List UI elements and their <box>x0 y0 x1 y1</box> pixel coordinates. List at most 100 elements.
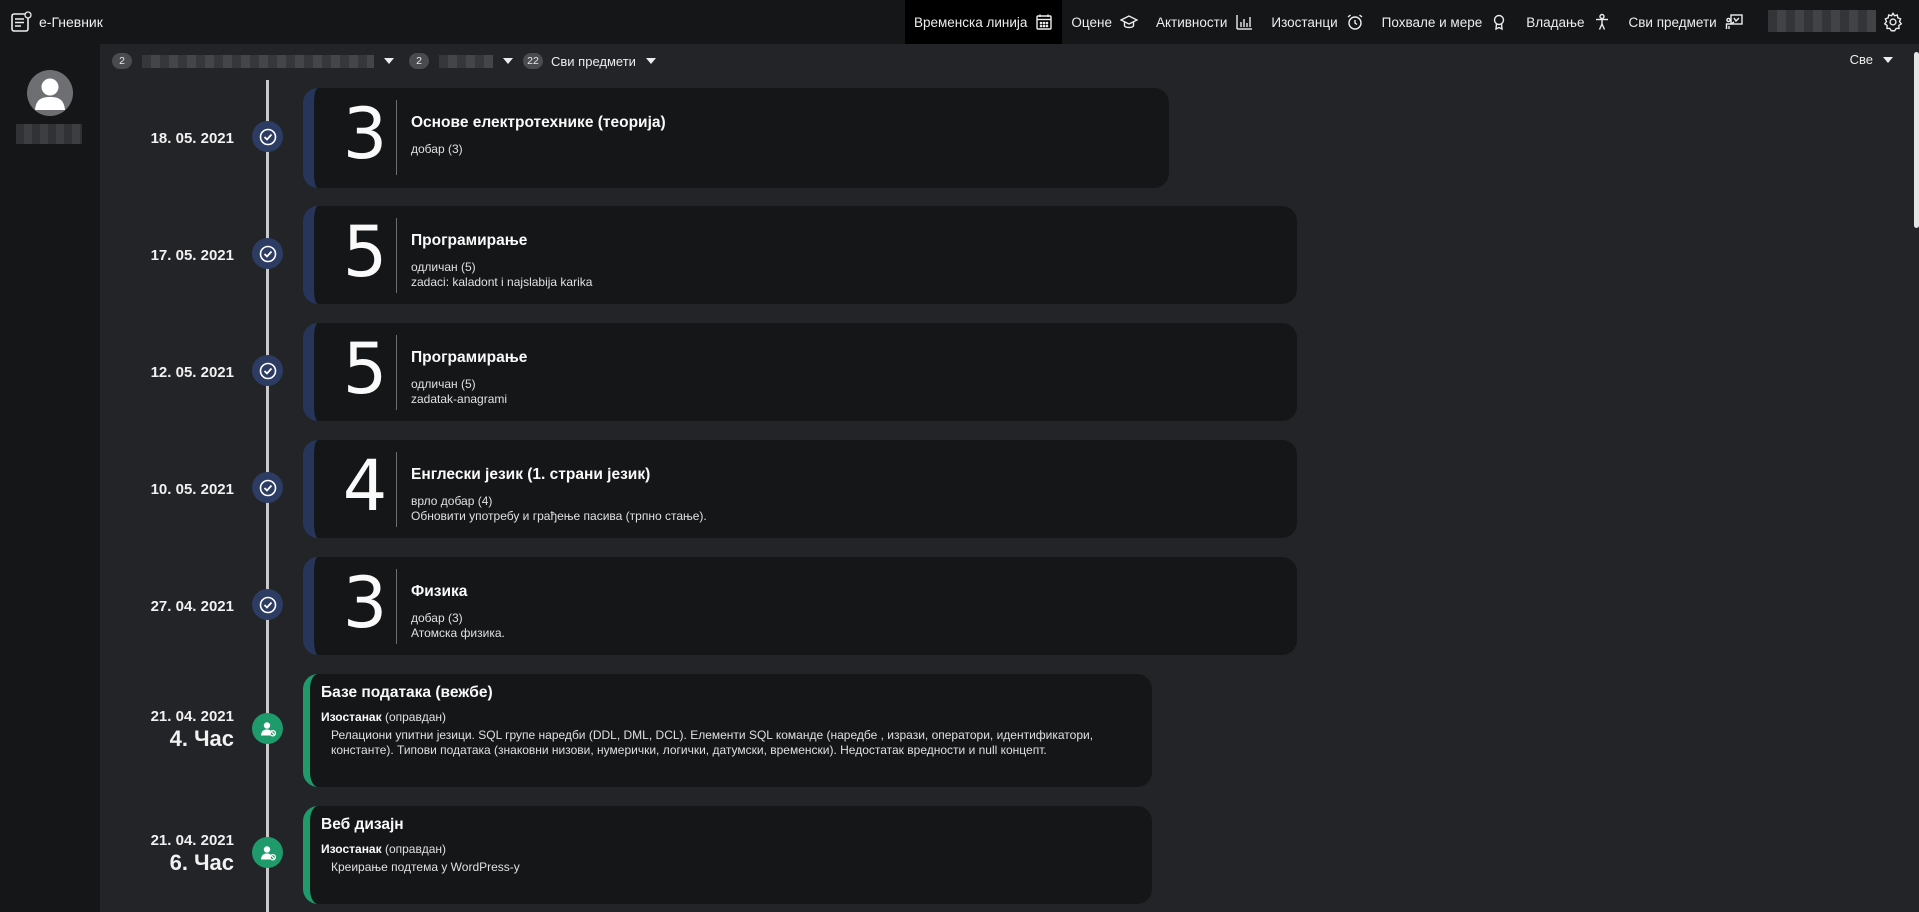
teacher-board-icon <box>1725 14 1743 29</box>
subjects-count-badge: 22 <box>523 53 543 69</box>
entry-date: 10. 05. 2021 <box>150 481 234 498</box>
grade-note: Обновити употребу и грађење пасива (трпн… <box>411 509 707 523</box>
absence-type-label: Изостанак <box>321 842 382 856</box>
settings-button[interactable] <box>1882 11 1904 33</box>
nav-praises[interactable]: Похвале и мере <box>1373 0 1518 44</box>
app-title: е-Гневник <box>39 14 103 30</box>
main-nav: Временска линија Оцене Активности Изоста… <box>905 0 1752 44</box>
lesson-description: Креирање подтема у WordPress-у <box>331 860 520 874</box>
student-name <box>16 124 82 144</box>
alarm-clock-icon <box>1347 14 1363 30</box>
absence-type: Изостанак (оправдан) <box>321 710 1132 724</box>
nav-activities[interactable]: Активности <box>1147 0 1262 44</box>
chevron-down-icon <box>645 58 656 64</box>
grade-description: добар (3) <box>411 142 463 156</box>
absence-card[interactable]: Веб дизајн Изостанак (оправдан) Креирање… <box>303 806 1152 904</box>
grade-card[interactable]: 3 Основе електротехнике (теорија) добар … <box>303 88 1169 188</box>
avatar[interactable] <box>27 70 73 116</box>
nav-praises-label: Похвале и мере <box>1381 14 1483 30</box>
verified-badge-icon <box>259 128 276 145</box>
nav-timeline-label: Временска линија <box>914 14 1028 30</box>
grade-marker <box>252 472 283 503</box>
grade-card[interactable]: 5 Програмирање одличан (5) zadaci: kalad… <box>303 206 1297 304</box>
chevron-down-icon <box>503 58 513 64</box>
entry-date: 18. 05. 2021 <box>150 130 234 147</box>
calendar-icon <box>1036 14 1053 30</box>
nav-all-subjects[interactable]: Сви предмети <box>1620 0 1752 44</box>
award-icon <box>1494 14 1505 31</box>
nav-behavior-label: Владање <box>1526 14 1585 30</box>
filter-bar: 2 2 22 Сви предмети Све <box>100 44 1919 78</box>
gear-icon <box>1883 11 1903 32</box>
subject-name: Веб дизајн <box>321 816 404 833</box>
subject-name: Физика <box>411 583 468 600</box>
absent-person-icon <box>260 721 276 736</box>
card-divider <box>396 335 397 410</box>
entry-date-text: 21. 04. 2021 <box>150 832 234 849</box>
grade-value: 4 <box>342 445 388 527</box>
card-divider <box>396 218 397 293</box>
grade-value: 5 <box>342 211 388 293</box>
bar-chart-icon <box>1236 15 1253 30</box>
lesson-description: Релациони упитни језици. SQL групе наред… <box>331 728 1094 757</box>
absence-status: (оправдан) <box>384 710 447 724</box>
user-silhouette-icon <box>35 78 65 110</box>
verified-badge-icon <box>259 479 276 496</box>
grade-description: одличан (5) <box>411 377 476 391</box>
class-period: 4. Час <box>169 726 234 751</box>
grade-marker <box>252 589 283 620</box>
absence-marker <box>252 713 283 744</box>
grade-card[interactable]: 5 Програмирање одличан (5) zadatak-anagr… <box>303 323 1297 421</box>
nav-grades[interactable]: Оцене <box>1062 0 1147 44</box>
grade-value: 3 <box>342 562 388 644</box>
grade-note: zadatak-anagrami <box>411 392 508 406</box>
grade-card[interactable]: 3 Физика добар (3) Атомска физика. <box>303 557 1297 655</box>
absence-marker <box>252 837 283 868</box>
card-divider <box>396 100 397 175</box>
subject-name: Програмирање <box>411 232 528 249</box>
chevron-down-icon <box>1883 56 1893 63</box>
top-bar: е-Гневник Временска линија Оцене Активно… <box>0 0 1919 44</box>
class-count-badge: 2 <box>409 53 429 69</box>
absence-card[interactable]: Базе података (вежбе) Изостанак (оправда… <box>303 674 1152 787</box>
grade-note: Атомска физика. <box>411 626 505 640</box>
nav-timeline[interactable]: Временска линија <box>905 0 1063 44</box>
user-menu[interactable] <box>1768 10 1876 32</box>
subject-name: Енглески језик (1. страни језик) <box>411 466 651 483</box>
verified-badge-icon <box>259 596 276 613</box>
class-select-value <box>439 54 493 68</box>
subject-name: Основе електротехнике (теорија) <box>411 114 666 131</box>
absence-type: Изостанак (оправдан) <box>321 842 1132 856</box>
nav-absences-label: Изостанци <box>1271 14 1338 30</box>
nav-activities-label: Активности <box>1155 14 1228 30</box>
type-filter-select[interactable]: Све <box>1842 52 1893 67</box>
grade-card[interactable]: 4 Енглески језик (1. страни језик) врло … <box>303 440 1297 538</box>
chevron-down-icon <box>384 58 394 64</box>
subject-name: Програмирање <box>411 349 528 366</box>
nav-behavior[interactable]: Владање <box>1517 0 1619 44</box>
person-icon <box>1595 13 1608 30</box>
class-select[interactable]: 2 <box>409 52 513 70</box>
entry-date: 12. 05. 2021 <box>150 364 234 381</box>
nav-all-subjects-label: Сви предмети <box>1628 14 1717 30</box>
nav-absences[interactable]: Изостанци <box>1262 0 1372 44</box>
verified-badge-icon <box>259 362 276 379</box>
grade-value: 5 <box>342 328 388 410</box>
notebook-icon <box>11 11 32 32</box>
absent-person-icon <box>260 845 276 860</box>
left-sidebar <box>0 44 100 912</box>
subjects-select[interactable]: 22 Сви предмети <box>523 52 656 70</box>
class-period: 6. Час <box>169 850 234 875</box>
grade-marker <box>252 355 283 386</box>
student-select[interactable]: 2 <box>112 52 394 70</box>
grade-description: добар (3) <box>411 611 463 625</box>
type-filter-label: Све <box>1849 52 1873 67</box>
grade-value: 3 <box>342 93 388 175</box>
page-scrollbar[interactable] <box>1914 52 1919 228</box>
nav-grades-label: Оцене <box>1071 14 1112 30</box>
entry-date: 27. 04. 2021 <box>150 598 234 615</box>
student-select-value <box>142 54 374 68</box>
app-logo-link[interactable]: е-Гневник <box>0 0 103 44</box>
card-divider <box>396 452 397 527</box>
absence-type-label: Изостанак <box>321 710 382 724</box>
